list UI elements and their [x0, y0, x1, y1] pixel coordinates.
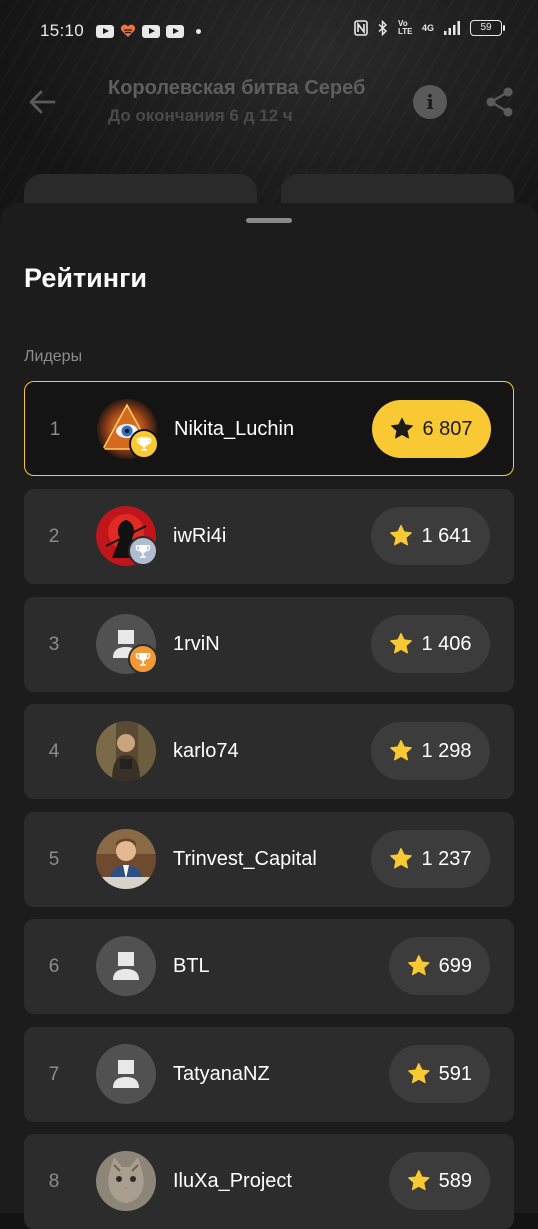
leaderboard-row[interactable]: 4 karlo74 1 298: [24, 704, 514, 799]
nfc-icon: [354, 20, 368, 36]
network-type: 4G: [421, 23, 434, 33]
default-user-avatar[interactable]: [96, 1044, 156, 1104]
battery-icon: 59: [470, 20, 505, 36]
back-arrow-icon[interactable]: [26, 86, 58, 118]
score-badge: 6 807: [372, 400, 491, 458]
silver-trophy-icon: [128, 536, 158, 566]
leaderboard-row[interactable]: 5 Trinvest_Capital 1 237: [24, 812, 514, 907]
star-icon: [390, 632, 413, 654]
star-icon: [408, 1170, 430, 1191]
volte-icon: Vo LTE: [397, 19, 413, 36]
star-icon: [408, 955, 430, 976]
notification-icons: [96, 24, 202, 38]
score-badge: 1 641: [371, 507, 490, 565]
youtube-icon: [166, 24, 185, 38]
leaderboard-row[interactable]: 6 BTL 699: [24, 919, 514, 1014]
rank-number: 5: [48, 849, 60, 870]
more-notifications-icon: [196, 28, 202, 34]
score-badge: 699: [389, 937, 490, 995]
gold-trophy-icon: [129, 429, 159, 459]
username: Nikita_Luchin: [174, 418, 295, 440]
score-value: 699: [438, 954, 472, 977]
username: IluXa_Project: [173, 1170, 292, 1192]
score-badge: 1 298: [371, 722, 490, 780]
score-value: 1 641: [421, 524, 472, 547]
leaderboard-row[interactable]: 2 iwRi4i 1 641: [24, 489, 514, 584]
rank-number: 8: [48, 1171, 60, 1192]
section-label: Лидеры: [24, 348, 83, 365]
youtube-icon: [142, 24, 161, 38]
score-badge: 1 406: [371, 615, 490, 673]
username: TatyanaNZ: [173, 1063, 270, 1085]
rank-number: 2: [48, 526, 60, 547]
username: iwRi4i: [173, 525, 227, 547]
header-titles: Королевская битва Сереб До окончания 6 д…: [108, 77, 393, 126]
bronze-trophy-icon: [128, 644, 158, 674]
sheet-title: Рейтинги: [24, 263, 147, 293]
rank-number: 7: [48, 1064, 60, 1085]
share-icon[interactable]: [484, 86, 516, 118]
cat-avatar[interactable]: [96, 1151, 156, 1211]
score-badge: 589: [389, 1152, 490, 1210]
businessman-avatar[interactable]: [96, 829, 156, 889]
tournament-title: Королевская битва Сереб: [108, 77, 366, 99]
page-header: Королевская битва Сереб До окончания 6 д…: [0, 72, 538, 132]
photo-avatar[interactable]: [96, 721, 156, 781]
star-icon: [390, 739, 413, 761]
youtube-icon: [96, 24, 115, 38]
sheet-drag-handle[interactable]: [246, 218, 292, 223]
score-badge: 1 237: [371, 830, 490, 888]
score-value: 1 406: [421, 632, 472, 655]
username: 1rviN: [173, 633, 220, 655]
rank-number: 6: [48, 956, 60, 977]
bluetooth-icon: [378, 20, 388, 36]
rank-number: 1: [49, 419, 61, 440]
username: karlo74: [173, 740, 239, 762]
score-value: 1 298: [421, 739, 472, 762]
system-icons: Vo LTE 4G 59: [354, 19, 505, 36]
star-icon: [391, 417, 414, 439]
star-icon: [408, 1063, 430, 1084]
score-badge: 591: [389, 1045, 490, 1103]
leaderboard-row[interactable]: 1 Nikita_Luchin 6 807: [24, 381, 514, 476]
rank-number: 4: [48, 741, 60, 762]
leaderboard-row[interactable]: 7 TatyanaNZ 591: [24, 1027, 514, 1122]
default-user-avatar[interactable]: [96, 936, 156, 996]
rank-number: 3: [48, 634, 60, 655]
leaderboard-row[interactable]: 8 IluXa_Project 589: [24, 1134, 514, 1229]
heart-app-icon: [120, 24, 136, 37]
score-value: 591: [438, 1062, 472, 1085]
score-value: 6 807: [422, 417, 473, 440]
leaderboard-row[interactable]: 3 1rviN 1 406: [24, 597, 514, 692]
username: Trinvest_Capital: [173, 848, 317, 870]
username: BTL: [173, 955, 210, 977]
star-icon: [390, 524, 413, 546]
score-value: 1 237: [421, 847, 472, 870]
signal-icon: [444, 21, 460, 35]
info-icon[interactable]: i: [413, 85, 447, 119]
star-icon: [390, 847, 413, 869]
status-time: 15:10: [40, 21, 85, 40]
score-value: 589: [438, 1169, 472, 1192]
time-remaining: До окончания 6 д 12 ч: [108, 106, 293, 125]
